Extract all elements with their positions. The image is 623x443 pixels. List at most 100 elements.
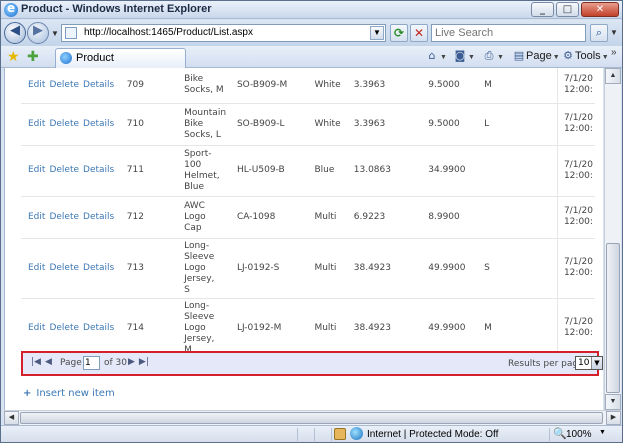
feeds-button[interactable]: ◙ ▼ xyxy=(453,49,475,62)
first-page-icon[interactable]: |◀ xyxy=(31,357,41,367)
delete-link[interactable]: Delete xyxy=(49,165,79,175)
cell-product-name-line: Helmet, xyxy=(184,170,220,181)
status-divider xyxy=(331,428,332,441)
cell-sell-start-date: 7/1/20 12:00: xyxy=(561,298,595,359)
results-per-page-select[interactable]: 10 ▼ xyxy=(575,356,603,370)
row-actions: Edit Delete Details xyxy=(21,145,123,197)
page-menu[interactable]: ▤ Page▼ xyxy=(512,49,560,62)
horizontal-scrollbar[interactable]: ◀ ▶ xyxy=(4,410,621,425)
minimize-button[interactable]: _ xyxy=(531,2,554,17)
cell-product-number: LJ-0192-M xyxy=(229,298,313,359)
delete-link[interactable]: Delete xyxy=(49,80,79,90)
delete-link[interactable]: Delete xyxy=(49,119,79,129)
page-icon xyxy=(65,27,77,39)
refresh-button[interactable]: ⟳ xyxy=(390,24,408,42)
page-number-input[interactable] xyxy=(83,356,100,370)
scroll-down-icon[interactable]: ▼ xyxy=(605,394,621,410)
horizontal-scroll-thumb[interactable] xyxy=(20,412,603,424)
search-options-dropdown-icon[interactable]: ▼ xyxy=(609,24,619,42)
cell-sell-start-date-line: 12:00: xyxy=(563,217,593,227)
product-table: Edit Delete Details 709 Bike Socks, M SO-B909-… xyxy=(21,68,595,359)
search-box[interactable] xyxy=(431,24,586,42)
home-button[interactable]: ⌂ ▼ xyxy=(425,49,447,62)
cell-product-id: 713 xyxy=(122,238,183,299)
cell-standard-cost: 3.3963 xyxy=(351,68,427,104)
cell-product-id: 709 xyxy=(122,68,183,104)
edit-link[interactable]: Edit xyxy=(28,212,45,222)
cell-product-name: Mountain Bike Socks, L xyxy=(182,103,230,146)
chevron-down-icon[interactable]: ▼ xyxy=(591,357,602,369)
edit-link[interactable]: Edit xyxy=(28,80,45,90)
zoom-icon[interactable]: 🔍 xyxy=(553,427,567,440)
delete-link[interactable]: Delete xyxy=(49,212,79,222)
plus-icon: + xyxy=(23,388,32,399)
pager-next-controls: ▶ ▶| xyxy=(128,357,153,367)
close-button[interactable]: ✕ xyxy=(581,2,619,17)
window-title: Product - Windows Internet Explorer xyxy=(21,3,212,15)
scroll-up-icon[interactable]: ▲ xyxy=(605,68,621,84)
details-link[interactable]: Details xyxy=(83,119,114,129)
add-favorites-icon[interactable]: ✚ xyxy=(27,49,39,65)
cell-sell-start-date: 7/1/20 12:00: xyxy=(561,145,595,197)
cell-color: Multi xyxy=(312,298,352,359)
details-link[interactable]: Details xyxy=(83,212,114,222)
zoom-dropdown-icon[interactable]: ▼ xyxy=(599,429,606,436)
page-menu-icon: ▤ xyxy=(513,49,525,62)
cell-color: White xyxy=(312,103,352,146)
details-link[interactable]: Details xyxy=(83,80,114,90)
back-button[interactable]: ◀ xyxy=(4,22,26,44)
row-actions: Edit Delete Details xyxy=(21,298,123,359)
delete-link[interactable]: Delete xyxy=(49,263,79,273)
stop-button[interactable]: ✕ xyxy=(410,24,428,42)
vertical-scrollbar[interactable]: ▲ ▼ xyxy=(604,68,621,410)
search-icon[interactable]: ⌕ xyxy=(590,24,608,42)
status-bar: Internet | Protected Mode: Off 🔍 100% ▼ xyxy=(1,425,622,442)
edit-link[interactable]: Edit xyxy=(28,119,45,129)
cell-product-number: SO-B909-M xyxy=(229,68,313,104)
cell-sell-start-date: 7/1/20 12:00: xyxy=(561,238,595,299)
details-link[interactable]: Details xyxy=(83,263,114,273)
last-page-icon[interactable]: ▶| xyxy=(139,357,149,367)
edit-link[interactable]: Edit xyxy=(28,263,45,273)
edit-link[interactable]: Edit xyxy=(28,323,45,333)
details-link[interactable]: Details xyxy=(83,323,114,333)
insert-new-item-label[interactable]: Insert new item xyxy=(36,388,114,399)
tools-menu[interactable]: ⚙ Tools▼ xyxy=(561,49,609,62)
cell-sell-start-date-line: 7/1/20 xyxy=(563,317,593,327)
search-input[interactable] xyxy=(432,25,582,41)
delete-link[interactable]: Delete xyxy=(49,323,79,333)
next-page-icon[interactable]: ▶ xyxy=(128,357,135,367)
tab-product[interactable]: Product xyxy=(55,48,186,68)
details-link[interactable]: Details xyxy=(83,165,114,175)
cell-sell-start-date-line: 12:00: xyxy=(563,268,593,278)
security-zone-text[interactable]: Internet | Protected Mode: Off xyxy=(367,429,498,440)
cell-product-name: Long- Sleeve Logo Jersey, S xyxy=(182,238,230,299)
vertical-scroll-thumb[interactable] xyxy=(606,243,620,393)
cell-product-name: Long- Sleeve Logo Jersey, M xyxy=(182,298,230,359)
cell-product-name-line: Sleeve xyxy=(184,311,215,322)
cell-product-name-line: Jersey, xyxy=(184,273,215,284)
zoom-level[interactable]: 100% xyxy=(566,429,592,440)
cell-standard-cost: 38.4923 xyxy=(351,238,427,299)
cell-color: Blue xyxy=(312,145,352,197)
scroll-right-icon[interactable]: ▶ xyxy=(606,411,621,425)
edit-link[interactable]: Edit xyxy=(28,165,45,175)
favorites-star-icon[interactable]: ★ xyxy=(7,49,20,65)
forward-button[interactable]: ▶ xyxy=(27,22,49,44)
url-text[interactable]: http://localhost:1465/Product/List.aspx xyxy=(84,27,253,38)
toolbar-overflow-icon[interactable]: » xyxy=(611,47,617,58)
cell-color: White xyxy=(312,68,352,104)
cell-sell-start-date-line: 12:00: xyxy=(563,124,593,134)
scroll-left-icon[interactable]: ◀ xyxy=(4,411,19,425)
url-dropdown-icon[interactable]: ▼ xyxy=(370,26,384,40)
url-field[interactable]: http://localhost:1465/Product/List.aspx … xyxy=(61,24,386,42)
cell-product-name-line: Socks, L xyxy=(184,129,221,140)
cell-color: Multi xyxy=(312,238,352,299)
row-actions: Edit Delete Details xyxy=(21,196,123,239)
print-button[interactable]: ⎙ ▼ xyxy=(482,49,504,63)
insert-new-item-link[interactable]: + Insert new item xyxy=(23,388,115,399)
maximize-button[interactable]: □ xyxy=(556,2,579,17)
cell-product-name-line: Sport- xyxy=(184,148,212,159)
prev-page-icon[interactable]: ◀ xyxy=(45,357,52,367)
recent-pages-dropdown-icon[interactable]: ▼ xyxy=(51,29,59,38)
